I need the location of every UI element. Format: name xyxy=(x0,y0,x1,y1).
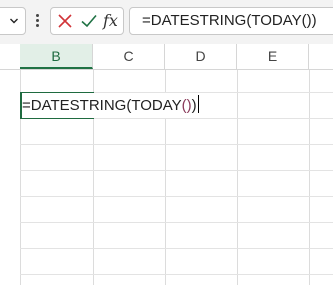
chevron-down-icon[interactable] xyxy=(9,16,19,26)
more-options-icon[interactable] xyxy=(36,14,40,30)
close-icon[interactable] xyxy=(55,11,75,31)
formula-actions: fx xyxy=(50,7,124,35)
formula-input[interactable]: =DATESTRING(TODAY()) xyxy=(129,7,333,35)
formula-bar: fx =DATESTRING(TODAY()) xyxy=(0,0,333,44)
column-header-d[interactable]: D xyxy=(165,44,237,69)
active-cell-editor[interactable]: =DATESTRING(TODAY()) xyxy=(22,93,201,118)
column-header-b[interactable]: B xyxy=(20,44,93,69)
cell-formula-parens: () xyxy=(181,97,192,114)
check-icon[interactable] xyxy=(79,11,99,31)
column-header-c[interactable]: C xyxy=(93,44,165,69)
insert-function-button[interactable]: fx xyxy=(103,10,123,30)
name-box[interactable] xyxy=(0,7,26,35)
column-header-e[interactable]: E xyxy=(237,44,309,69)
cell-formula-close: ) xyxy=(191,97,197,114)
cell-formula-text: =DATESTRING(TODAY xyxy=(22,97,182,114)
text-caret xyxy=(197,95,199,113)
column-headers: B C D E xyxy=(0,44,333,70)
